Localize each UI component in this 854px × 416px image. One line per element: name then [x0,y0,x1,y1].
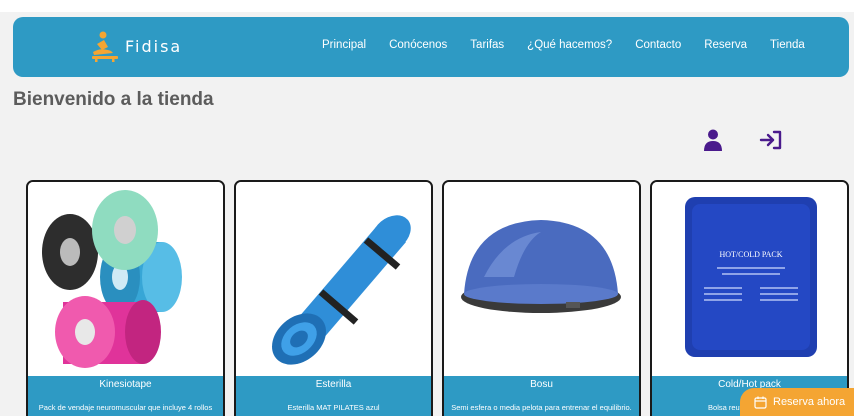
user-icon[interactable] [703,129,723,151]
esterilla-image [236,182,431,375]
reserve-now-label: Reserva ahora [773,396,846,408]
product-name: Bosu [444,376,639,393]
nav-link-conocenos[interactable]: Conócenos [389,39,447,51]
product-description: Semi esfera o media pelota para entrenar… [444,393,639,416]
product-card-bosu[interactable]: Bosu Semi esfera o media pelota para ent… [442,180,641,416]
brand-logo[interactable]: Fidisa [91,30,182,62]
product-description: Pack de vendaje neuromuscular que incluy… [28,393,223,416]
brand-name: Fidisa [125,36,183,56]
nav-link-tienda[interactable]: Tienda [770,39,805,51]
reserve-now-button[interactable]: Reserva ahora [740,388,854,416]
nav-link-tarifas[interactable]: Tarifas [470,39,504,51]
nav-link-contacto[interactable]: Contacto [635,39,681,51]
nav-link-reserva[interactable]: Reserva [704,39,747,51]
cold-hot-pack-image: HOT/COLD PACK [652,182,847,375]
kinesiotape-image [28,182,223,375]
nav-link-que-hacemos[interactable]: ¿Qué hacemos? [527,39,612,51]
physio-logo-icon [92,31,118,62]
pack-label: HOT/COLD PACK [719,250,782,259]
nav-link-principal[interactable]: Principal [322,39,366,51]
login-icon[interactable] [759,130,783,150]
product-name: Kinesiotape [28,376,223,393]
product-card-cold-hot-pack[interactable]: HOT/COLD PACK Cold/Hot pack Bolsa reutil… [650,180,849,416]
product-card-esterilla[interactable]: Esterilla Esterilla MAT PILATES azul [234,180,433,416]
product-name: Esterilla [236,376,431,393]
top-strip [0,0,854,12]
calendar-icon [754,396,767,409]
main-nav: Principal Conócenos Tarifas ¿Qué hacemos… [322,39,828,51]
bosu-image [444,182,639,375]
product-description: Esterilla MAT PILATES azul [236,393,431,416]
product-card-kinesiotape[interactable]: Kinesiotape Pack de vendaje neuromuscula… [26,180,225,416]
page-title: Bienvenido a la tienda [13,89,214,110]
navbar: Fidisa Principal Conócenos Tarifas ¿Qué … [13,17,849,77]
